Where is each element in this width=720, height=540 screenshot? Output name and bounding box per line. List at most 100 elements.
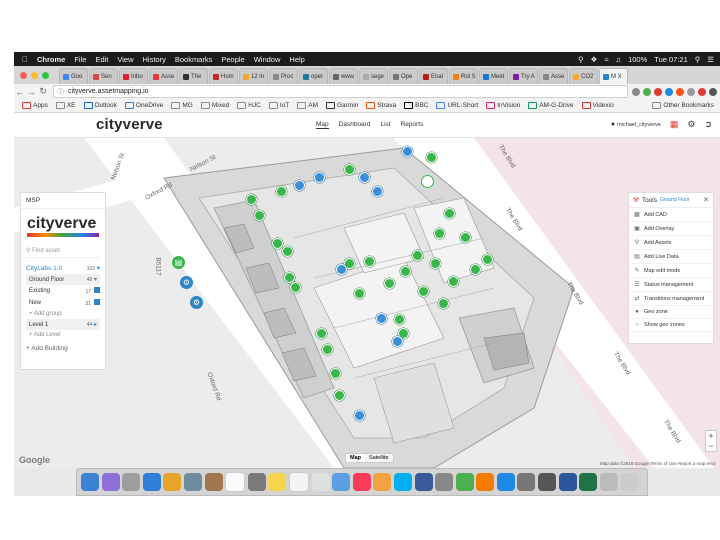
- grid-view-icon[interactable]: ▦: [670, 119, 679, 130]
- bookmark-item[interactable]: Videxio: [581, 102, 614, 109]
- zoom-out-button[interactable]: −: [706, 441, 716, 451]
- system-preferences-icon[interactable]: [517, 473, 536, 491]
- asset-marker[interactable]: [294, 180, 305, 191]
- asset-marker[interactable]: [354, 410, 365, 421]
- bookmark-item[interactable]: Outlook: [83, 102, 117, 109]
- nav-reports[interactable]: Reports: [401, 121, 424, 129]
- browser-tab[interactable]: CO2: [569, 68, 598, 84]
- bookmark-item[interactable]: AM-G-Drive: [528, 102, 574, 109]
- menu-file[interactable]: File: [74, 55, 86, 64]
- bookmark-item[interactable]: XE: [55, 102, 76, 109]
- asset-marker[interactable]: [434, 228, 445, 239]
- extension-icon[interactable]: [698, 87, 707, 96]
- close-window-icon[interactable]: [20, 71, 27, 79]
- app-icon[interactable]: [435, 473, 454, 491]
- bookmark-folder[interactable]: IoT: [268, 102, 289, 109]
- user-name[interactable]: michael_cityverve: [617, 122, 661, 128]
- zoom-in-button[interactable]: +: [706, 431, 716, 441]
- app-icon[interactable]: [538, 473, 557, 491]
- bookmark-folder[interactable]: AM: [297, 102, 318, 109]
- asset-marker[interactable]: [334, 390, 345, 401]
- map-footer[interactable]: Map data ©2016 Google Terms of Use Repor…: [600, 461, 716, 466]
- browser-tab[interactable]: Asse: [539, 68, 568, 84]
- tool-add-live-data[interactable]: ▤ Add Live Data: [629, 250, 713, 264]
- floor-row[interactable]: Ground Floor 48 ▾: [26, 274, 100, 285]
- excel-icon[interactable]: [579, 473, 598, 491]
- stats-button[interactable]: ▤: [172, 256, 185, 269]
- other-bookmarks[interactable]: Other Bookmarks: [652, 102, 714, 109]
- menu-list-icon[interactable]: ☰: [707, 55, 714, 64]
- add-group-button[interactable]: + Add group: [21, 309, 105, 319]
- bookmark-folder[interactable]: HJC: [237, 102, 261, 109]
- asset-marker[interactable]: [376, 313, 387, 324]
- tool-add-overlay[interactable]: ▣ Add Overlay: [629, 222, 713, 236]
- word-icon[interactable]: [558, 473, 577, 491]
- bookmark-star-icon[interactable]: [632, 87, 641, 96]
- menu-history[interactable]: History: [143, 55, 166, 64]
- menu-bookmarks[interactable]: Bookmarks: [175, 55, 213, 64]
- stickies-icon[interactable]: [268, 473, 287, 491]
- browser-tab[interactable]: Ope: [389, 68, 418, 84]
- asset-marker[interactable]: [272, 238, 283, 249]
- map-view[interactable]: Nelson St Nelson St Oxford Rd B5117 Oxfo…: [14, 138, 720, 468]
- bookmark-folder[interactable]: MG: [171, 102, 193, 109]
- bookmark-item[interactable]: Strava: [366, 102, 396, 109]
- asset-marker[interactable]: [344, 164, 355, 175]
- asset-marker[interactable]: [316, 328, 327, 339]
- asset-marker[interactable]: [444, 208, 455, 219]
- menu-window[interactable]: Window: [254, 55, 281, 64]
- bookmark-item[interactable]: Garmin: [326, 102, 358, 109]
- bookmark-item[interactable]: URL-Short: [436, 102, 478, 109]
- tool-add-assets[interactable]: ⚲ Add Assets: [629, 236, 713, 250]
- group-row[interactable]: New 31: [21, 297, 105, 309]
- nav-dashboard[interactable]: Dashboard: [339, 121, 371, 129]
- menu-people[interactable]: People: [221, 55, 244, 64]
- browser-tab[interactable]: Goo: [59, 68, 88, 84]
- music-icon[interactable]: [352, 473, 371, 491]
- battery-label[interactable]: 100%: [628, 55, 647, 64]
- map-type-satellite[interactable]: Satellite: [365, 454, 393, 462]
- zoom-window-icon[interactable]: [42, 71, 49, 79]
- asset-marker[interactable]: [330, 368, 341, 379]
- app-store-icon[interactable]: [496, 473, 515, 491]
- menu-app-name[interactable]: Chrome: [37, 55, 65, 64]
- preview-icon[interactable]: [311, 473, 330, 491]
- mail-icon[interactable]: [183, 473, 202, 491]
- asset-marker[interactable]: [354, 288, 365, 299]
- asset-marker[interactable]: [290, 282, 301, 293]
- menu-edit[interactable]: Edit: [95, 55, 108, 64]
- finder-icon[interactable]: [81, 473, 99, 491]
- browser-tab[interactable]: 12 in: [239, 68, 268, 84]
- clock-label[interactable]: Tue 07:21: [654, 55, 688, 64]
- asset-marker[interactable]: [392, 336, 403, 347]
- browser-tab[interactable]: Enal: [419, 68, 448, 84]
- reload-icon[interactable]: ↻: [37, 86, 49, 97]
- asset-marker[interactable]: [438, 298, 449, 309]
- extension-icon[interactable]: [676, 87, 685, 96]
- extension-icon[interactable]: [643, 87, 652, 96]
- siri-icon[interactable]: [101, 473, 120, 491]
- browser-tab[interactable]: Try A: [509, 68, 538, 84]
- asset-marker[interactable]: [412, 250, 423, 261]
- add-building-button[interactable]: + Add Building: [21, 340, 105, 357]
- asset-marker[interactable]: [402, 146, 413, 157]
- site-row[interactable]: CityLabs 1.0 103 ▾: [21, 262, 105, 274]
- checkbox-checked-icon[interactable]: [94, 287, 100, 293]
- url-field[interactable]: ⓘ cityverve.assetmapping.io: [53, 85, 629, 98]
- browser-tab-active[interactable]: M X: [599, 68, 628, 84]
- asset-marker[interactable]: [400, 266, 411, 277]
- minimize-window-icon[interactable]: [31, 71, 38, 79]
- menu-help[interactable]: Help: [289, 55, 304, 64]
- extension-icon[interactable]: [687, 87, 696, 96]
- trash-icon[interactable]: [620, 473, 639, 491]
- asset-marker[interactable]: [322, 344, 333, 355]
- logout-icon[interactable]: ➲: [704, 119, 712, 130]
- volume-icon[interactable]: ♫: [615, 55, 621, 64]
- chevron-down-icon[interactable]: ▾: [97, 265, 100, 272]
- asset-marker[interactable]: [282, 246, 293, 257]
- asset-marker[interactable]: [394, 314, 405, 325]
- tool-map-edit-mode[interactable]: ✎ Map edit mode: [629, 264, 713, 278]
- browser-tab[interactable]: Meet: [479, 68, 508, 84]
- contacts-icon[interactable]: [204, 473, 223, 491]
- skype-icon[interactable]: [393, 473, 412, 491]
